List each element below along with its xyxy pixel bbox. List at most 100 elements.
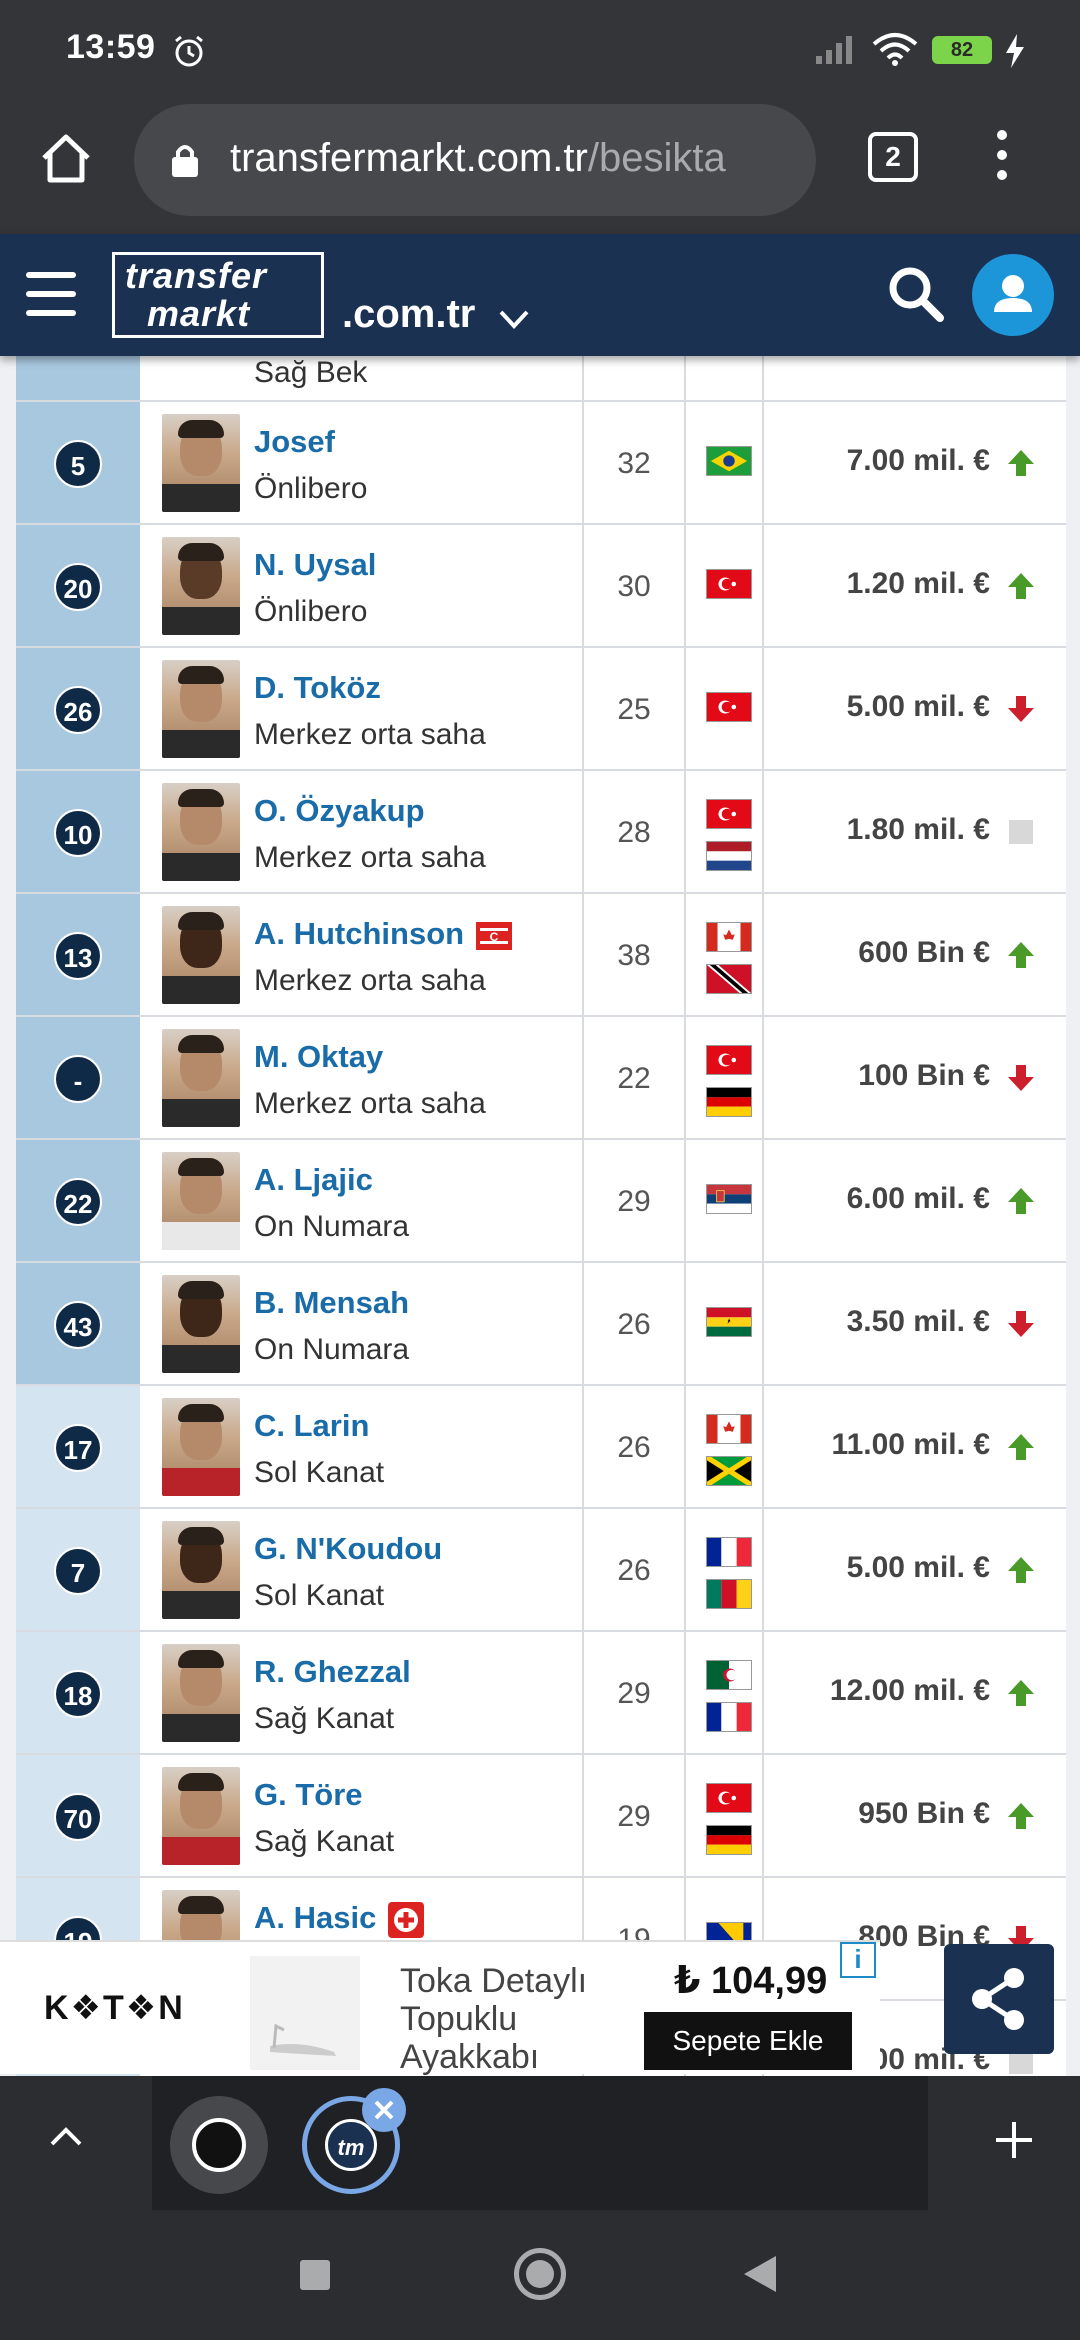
table-row[interactable]: 43 B. Mensah On Numara 26 3.50 mil. € [16,1263,1066,1386]
table-row[interactable]: - M. Oktay Merkez orta saha 22 100 Bin € [16,1017,1066,1140]
player-photo[interactable] [162,537,240,635]
back-button[interactable] [744,2256,776,2292]
player-name-link[interactable]: Josef [254,424,335,460]
chevron-up-icon[interactable] [44,2116,88,2160]
number-cell: - [16,1017,140,1138]
player-name-link[interactable]: M. Oktay [254,1039,383,1075]
player-photo[interactable] [162,414,240,512]
transfermarkt-logo[interactable]: transfer markt [112,252,324,338]
domain-selector[interactable]: .com.tr [342,292,475,337]
market-value[interactable]: 11.00 mil. € [832,1428,990,1462]
player-photo[interactable] [162,1767,240,1865]
flag-france-icon [706,1702,752,1732]
player-name: A. Hasic [254,1900,377,1935]
player-photo[interactable] [162,1029,240,1127]
player-name-link[interactable]: C. Larin [254,1408,369,1444]
recents-button[interactable] [300,2260,330,2290]
player-photo[interactable] [162,660,240,758]
address-bar[interactable]: transfermarkt.com.tr/besikta [134,104,816,216]
player-position: Önlibero [254,472,368,505]
table-row[interactable]: 20 N. Uysal Önlibero 30 1.20 mil. € [16,525,1066,648]
trend-up-icon [1008,1680,1034,1706]
table-row[interactable]: 18 R. Ghezzal Sağ Kanat 29 12.00 mil. € [16,1632,1066,1755]
player-photo[interactable] [162,783,240,881]
player-name-link[interactable]: G. N'Koudou [254,1531,442,1567]
player-name: N. Uysal [254,547,377,582]
market-value-cell: 950 Bin € [764,1755,1066,1876]
table-row[interactable]: 13 A. Hutchinson C Merkez orta saha 38 60… [16,894,1066,1017]
player-name: G. N'Koudou [254,1531,443,1566]
market-value[interactable]: 6.00 mil. € [847,1182,990,1216]
player-name-link[interactable]: O. Özyakup [254,793,425,829]
market-value[interactable]: 950 Bin € [858,1797,990,1831]
player-photo[interactable] [162,1275,240,1373]
chevron-down-icon[interactable] [496,300,532,336]
market-value[interactable]: 7.00 mil. € [847,444,990,478]
ad-product-image [250,1956,360,2070]
new-tab-plus-icon[interactable] [990,2116,1038,2164]
trend-up-icon [1008,1188,1034,1214]
player-name-link[interactable]: A. Hutchinson C [254,916,513,952]
table-row[interactable]: 26 D. Toköz Merkez orta saha 25 5.00 mil… [16,648,1066,771]
player-name-link[interactable]: R. Ghezzal [254,1654,411,1690]
ad-title: Toka Detaylı Topuklu Ayakkabı [400,1962,588,2076]
nationality-cell [686,1140,764,1261]
trend-up-icon [1008,942,1034,968]
table-row[interactable]: Sağ Bek [16,356,1066,402]
home-icon[interactable] [38,130,94,186]
close-tab-button[interactable] [362,2088,406,2132]
market-value[interactable]: 1.20 mil. € [847,567,990,601]
player-photo[interactable] [162,1398,240,1496]
table-row[interactable]: 22 A. Ljajic On Numara 29 6.00 mil. € [16,1140,1066,1263]
share-button[interactable] [944,1944,1054,2054]
number-cell: 10 [16,771,140,892]
player-photo[interactable] [162,1644,240,1742]
ad-info-icon[interactable]: i [840,1942,876,1978]
player-age: 29 [582,1632,686,1753]
hamburger-menu-icon[interactable] [26,272,76,316]
market-value[interactable]: 12.00 mil. € [830,1674,990,1708]
user-account-button[interactable] [972,254,1054,336]
market-value[interactable]: 5.00 mil. € [847,690,990,724]
table-row[interactable]: 10 O. Özyakup Merkez orta saha 28 1.80 m… [16,771,1066,894]
tab-thumbnail[interactable] [170,2096,268,2194]
ad-banner[interactable]: K❖T❖N Toka Detaylı Topuklu Ayakkabı ₺ 10… [0,1940,880,2076]
browser-menu-icon[interactable] [990,130,1014,186]
market-value-cell: 600 Bin € [764,894,1066,1015]
nationality-cell [686,402,764,523]
player-name-link[interactable]: G. Töre [254,1777,363,1813]
player-name-link[interactable]: A. Ljajic [254,1162,373,1198]
close-icon [374,2100,394,2120]
player-name-link[interactable]: N. Uysal [254,547,376,583]
table-row[interactable]: 7 G. N'Koudou Sol Kanat 26 5.00 mil. € [16,1509,1066,1632]
market-value[interactable]: 100 Bin € [858,1059,990,1093]
shirt-number: 26 [54,686,102,734]
player-photo[interactable] [162,1521,240,1619]
search-icon[interactable] [884,262,948,326]
add-to-cart-button[interactable]: Sepete Ekle [644,2012,852,2070]
age-cell [582,356,686,400]
flag-serbia-icon [706,1184,752,1214]
player-name: D. Toköz [254,670,381,705]
number-cell: 43 [16,1263,140,1384]
table-row[interactable]: 17 C. Larin Sol Kanat 26 11.00 mil. € [16,1386,1066,1509]
number-cell: 70 [16,1755,140,1876]
captain-badge-icon: C [476,921,513,950]
player-position: On Numara [254,1210,410,1243]
player-name-link[interactable]: D. Toköz [254,670,381,706]
home-button[interactable] [514,2248,566,2300]
number-cell [16,356,140,400]
market-value[interactable]: 1.80 mil. € [847,813,990,847]
market-value[interactable]: 600 Bin € [858,936,990,970]
player-name-link[interactable]: B. Mensah [254,1285,409,1321]
player-photo[interactable] [162,1152,240,1250]
player-age: 26 [582,1509,686,1630]
market-value[interactable]: 5.00 mil. € [847,1551,990,1585]
player-photo[interactable] [162,906,240,1004]
table-row[interactable]: 70 G. Töre Sağ Kanat 29 950 Bin € [16,1755,1066,1878]
market-value[interactable]: 3.50 mil. € [847,1305,990,1339]
ad-brand-logo: K❖T❖N [44,1989,185,2027]
table-row[interactable]: 5 Josef Önlibero 32 7.00 mil. € [16,402,1066,525]
player-name-link[interactable]: A. Hasic [254,1900,425,1938]
tab-switcher-button[interactable]: 2 [868,132,918,182]
